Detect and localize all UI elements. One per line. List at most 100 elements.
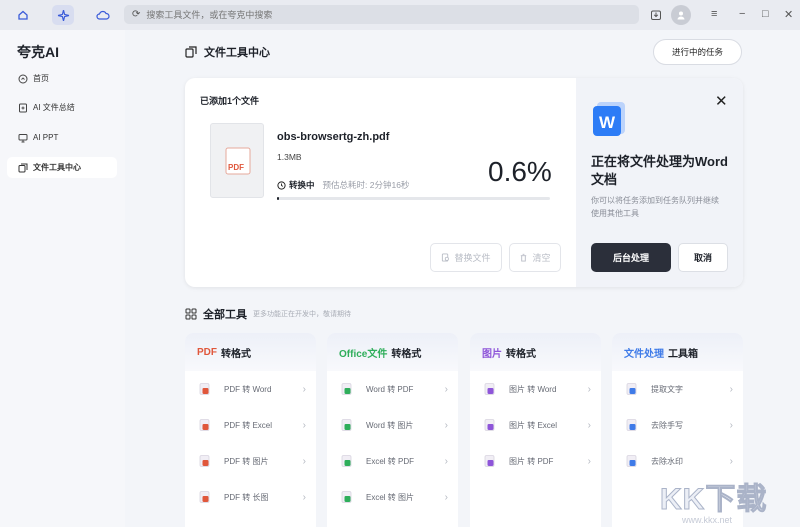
chevron-right-icon: › [302,419,306,431]
tool-column-header: Office文件 转格式 [327,333,458,371]
minimize-icon[interactable]: − [739,8,745,20]
home-icon[interactable] [13,5,33,25]
cancel-button[interactable]: 取消 [678,243,728,272]
file-tools-icon [185,46,197,58]
tool-icon [199,490,212,504]
download-icon[interactable] [646,5,666,25]
watermark-text: KK下载 [659,483,768,517]
tool-column-highlight: PDF [197,346,217,358]
ai-sparkle-icon[interactable] [52,5,74,25]
eta-text: 预估总耗时: 2分钟16秒 [322,180,410,190]
tool-column-title: 转格式 [391,348,422,360]
tool-item[interactable]: PDF 转 Excel › [185,407,316,443]
page-title-text: 文件工具中心 [204,47,270,59]
chevron-right-icon: › [444,491,448,503]
tool-label: PDF 转 Excel [224,420,273,430]
chevron-right-icon: › [729,455,733,467]
search-bar[interactable]: ⟳ [124,5,639,24]
menu-icon[interactable]: ≡ [711,8,717,20]
cloud-icon[interactable] [93,5,113,25]
chevron-right-icon: › [587,383,591,395]
watermark-url: www.kkx.net [682,515,733,525]
refresh-icon[interactable]: ⟳ [132,9,140,20]
tool-column-header: 图片 转格式 [470,333,601,371]
tool-item[interactable]: PDF 转 长图 › [185,479,316,515]
chevron-right-icon: › [729,383,733,395]
clear-label: 清空 [532,253,551,263]
tool-column-title: 工具箱 [668,348,698,360]
sidebar-item-label: 首页 [33,74,49,83]
search-input[interactable] [146,9,547,20]
trash-icon [519,253,528,262]
sidebar-item-ai-ppt[interactable]: AI PPT [7,127,117,148]
background-process-button[interactable]: 后台处理 [591,243,671,272]
ongoing-tasks-button[interactable]: 进行中的任务 [653,39,742,65]
tool-label: PDF 转 图片 [224,456,269,466]
maximize-icon[interactable]: □ [762,8,769,20]
sidebar-item-ai-summary[interactable]: AI 文件总结 [7,97,117,118]
replace-icon [441,253,450,262]
process-description: 你可以将任务添加到任务队列并继续使用其他工具 [591,196,719,218]
tool-column-highlight: 文件处理 [624,348,664,360]
sidebar-item-file-tools[interactable]: 文件工具中心 [7,157,117,178]
conversion-status: 转换中 预估总耗时: 2分钟16秒 [277,179,409,191]
chevron-right-icon: › [587,455,591,467]
replace-file-button[interactable]: 替换文件 [430,243,502,272]
clear-button[interactable]: 清空 [509,243,561,272]
tool-label: 提取文字 [651,384,683,394]
tool-item[interactable]: 图片 转 Word › [470,371,601,407]
tool-column-title: 转格式 [506,348,536,360]
tool-icon [199,418,212,432]
tool-label: Word 转 PDF [366,384,414,394]
replace-file-label: 替换文件 [454,253,491,263]
tool-icon [341,418,354,432]
clock-icon [277,180,286,190]
process-title: 正在将文件处理为Word文档 [591,154,728,187]
sidebar-item-home[interactable]: 首页 [7,68,117,89]
home-icon [17,73,28,84]
tool-item[interactable]: Word 转 图片 › [327,407,458,443]
tool-icon [341,490,354,504]
word-icon: W [591,102,627,138]
tool-column-highlight: Office文件 [339,348,388,360]
all-tools-title: 全部工具 [203,309,247,321]
tool-icon [199,454,212,468]
close-window-icon[interactable]: ✕ [784,8,793,21]
tool-item[interactable]: 去除手写 › [612,407,743,443]
chevron-right-icon: › [302,455,306,467]
tool-column-highlight: 图片 [482,348,502,360]
tool-item[interactable]: PDF 转 图片 › [185,443,316,479]
tool-label: PDF 转 Word [224,384,272,394]
tool-column-header: 文件处理 工具箱 [612,333,743,371]
tool-label: Excel 转 图片 [366,492,415,502]
title-bar: ‹ › ⟳ ≡ − □ ✕ [0,0,800,30]
tool-icon [484,454,497,468]
page-title: 文件工具中心 [185,44,270,60]
grid-icon [185,308,197,320]
tool-icon [626,418,639,432]
svg-text:W: W [599,113,616,132]
tool-item[interactable]: 图片 转 Excel › [470,407,601,443]
tool-label: 图片 转 Word [509,384,557,394]
tool-icon [484,418,497,432]
sidebar-item-label: 文件工具中心 [33,163,81,172]
tool-item[interactable]: PDF 转 Word › [185,371,316,407]
tool-item[interactable]: Excel 转 图片 › [327,479,458,515]
pdf-badge: PDF [228,163,244,172]
tool-item[interactable]: 提取文字 › [612,371,743,407]
close-panel-icon[interactable]: ✕ [715,92,728,110]
tool-icon [626,454,639,468]
tool-column-title: 转格式 [221,348,251,360]
tool-item[interactable]: 图片 转 PDF › [470,443,601,479]
tool-label: 图片 转 PDF [509,456,554,466]
sidebar-item-label: AI PPT [33,133,59,142]
tool-item[interactable]: Word 转 PDF › [327,371,458,407]
presentation-icon [17,132,28,143]
tool-label: 去除手写 [651,420,683,430]
avatar[interactable] [671,5,691,25]
sidebar-item-label: AI 文件总结 [33,103,75,112]
file-thumbnail: PDF [210,123,264,198]
file-tools-icon [17,162,28,173]
progress-percent: 0.6% [488,156,552,187]
tool-item[interactable]: Excel 转 PDF › [327,443,458,479]
